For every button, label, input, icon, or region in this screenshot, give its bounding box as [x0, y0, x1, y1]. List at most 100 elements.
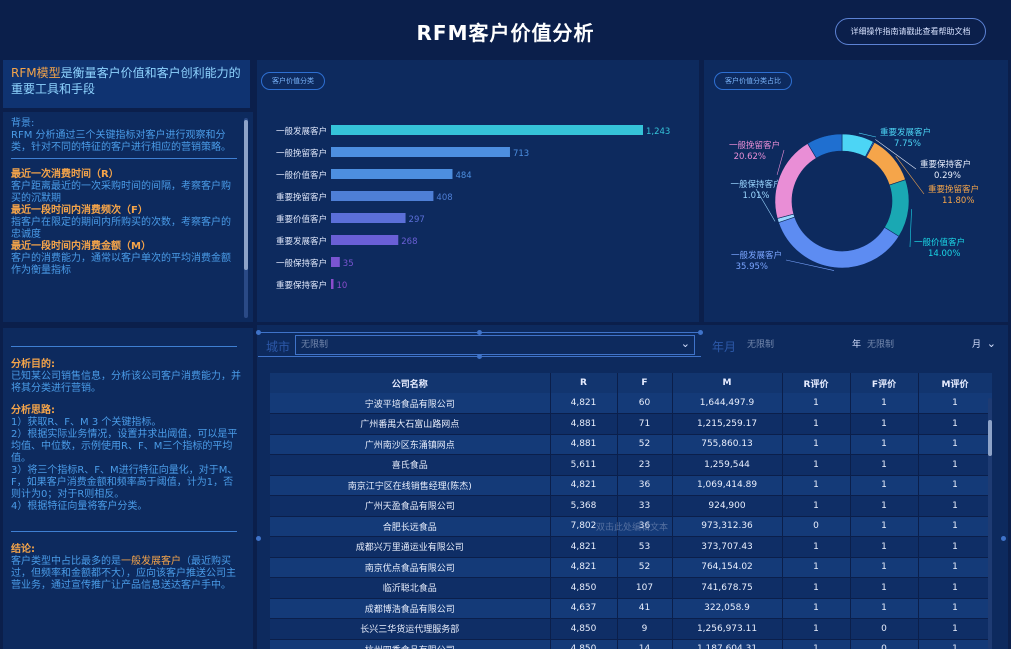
donut-chart-panel: 客户价值分类占比 重要发展客户 7.75% 重要保持客户 0.29% 重要挽留客户 11.…	[704, 60, 1008, 322]
table-cell: 1	[782, 454, 851, 476]
table-row[interactable]: 广州天盈食品有限公司 5,368 33 924,900 1 1 1	[270, 495, 992, 517]
table-cell: 1	[782, 557, 851, 578]
table-cell: 1	[850, 454, 919, 476]
chevron-down-icon: ⌄	[986, 337, 996, 350]
table-cell: 5,611	[550, 454, 618, 476]
bar[interactable]	[331, 257, 340, 267]
column-header[interactable]: F	[617, 373, 673, 393]
date-filter[interactable]: 无限制 年 无限制 月 ⌄	[741, 335, 1001, 355]
bar[interactable]	[331, 147, 510, 157]
table-cell: 1	[782, 639, 851, 649]
table-row[interactable]: 南京江宁区在线销售经理(陈杰) 4,821 36 1,069,414.89 1 1 1	[270, 475, 992, 496]
table-row[interactable]: 南京优点食品有限公司 4,821 52 764,154.02 1 1 1	[270, 557, 992, 578]
intro-panel: RFM模型是衡量客户价值和客户创利能力的重要工具和手段	[3, 60, 250, 108]
table-cell: 广州番禺大石富山路网点	[270, 413, 551, 435]
chevron-down-icon: ⌄	[680, 337, 690, 350]
table-cell: 1	[850, 598, 919, 619]
table-scrollbar[interactable]	[988, 398, 992, 649]
table-cell: 4,881	[550, 413, 618, 435]
table-cell: 1	[850, 393, 919, 414]
table-cell: 成都博浩食品有限公司	[270, 598, 551, 619]
table-row[interactable]: 喜氏食品 5,611 23 1,259,544 1 1 1	[270, 454, 992, 476]
bar[interactable]	[331, 191, 434, 201]
table-cell: 1,256,973.11	[672, 618, 783, 640]
donut-label: 一般挽留客户	[729, 140, 780, 151]
resize-handle[interactable]	[256, 536, 261, 541]
table-scroll-thumb[interactable]	[988, 420, 992, 456]
background-scrollbar[interactable]	[244, 118, 248, 318]
column-header[interactable]: R评价	[782, 373, 851, 393]
table-row[interactable]: 广州番禺大石富山路网点 4,881 71 1,215,259.17 1 1 1	[270, 413, 992, 435]
table-cell: 1	[782, 475, 851, 496]
resize-handle[interactable]	[256, 330, 261, 335]
table-cell: 1,644,497.9	[672, 393, 783, 414]
table-cell: 4,821	[550, 475, 618, 496]
column-header[interactable]: 公司名称	[270, 373, 551, 393]
analysis-panel: 分析目的: 已知某公司销售信息，分析该公司客户消费能力，并将其分类进行营销。 分…	[3, 328, 253, 649]
table-cell: 4,821	[550, 393, 618, 414]
background-panel: 背景: RFM 分析通过三个关键指标对客户进行观察和分类，针对不同的特征的客户进…	[3, 112, 253, 322]
year-filter-value[interactable]: 无限制	[747, 340, 774, 350]
resize-handle[interactable]	[1001, 536, 1006, 541]
column-header[interactable]: R	[550, 373, 618, 393]
table-cell: 52	[617, 557, 673, 578]
table-row[interactable]: 成都兴万里通运业有限公司 4,821 53 373,707.43 1 1 1	[270, 536, 992, 558]
resize-handle[interactable]	[698, 330, 703, 335]
customer-table: 公司名称 R F M R评价 F评价 M评价 宁波平培食品有限公司 4,821 60 1,644,…	[270, 373, 992, 649]
bar-category-label: 重要发展客户	[276, 236, 327, 247]
m-metric-desc: 客户的消费能力，通常以客户单次的平均消费金额作为衡量指标	[11, 253, 231, 276]
table-cell: 53	[617, 536, 673, 558]
bar-category-label: 一般发展客户	[276, 126, 327, 137]
table-row[interactable]: 长兴三华货运代理服务部 4,850 9 1,256,973.11 1 0 1	[270, 618, 992, 640]
donut-slice[interactable]	[778, 216, 900, 269]
table-row[interactable]: 广州南沙区东涌镇网点 4,881 52 755,860.13 1 1 1	[270, 434, 992, 455]
column-header[interactable]: M	[672, 373, 783, 393]
donut-value-label: 14.00%	[928, 249, 960, 259]
table-cell: 1	[918, 495, 992, 517]
table-cell: 1	[782, 618, 851, 640]
table-row[interactable]: 宁波平培食品有限公司 4,821 60 1,644,497.9 1 1 1	[270, 393, 992, 414]
table-cell: 1	[782, 495, 851, 517]
bar[interactable]	[331, 235, 399, 245]
table-cell: 1	[918, 434, 992, 455]
table-cell: 973,312.36	[672, 516, 783, 537]
column-header[interactable]: F评价	[850, 373, 919, 393]
bar-chart-panel: 客户价值分类 一般发展客户 1,243 一般挽留客户 713 一般价值客户 484 重要挽留…	[257, 60, 699, 322]
table-cell: 4,881	[550, 434, 618, 455]
background-scroll-thumb[interactable]	[244, 120, 248, 270]
bar[interactable]	[331, 279, 334, 289]
table-cell: 成都兴万里通运业有限公司	[270, 536, 551, 558]
table-cell: 755,860.13	[672, 434, 783, 455]
bar-value-label: 713	[513, 149, 529, 159]
table-cell: 0	[850, 618, 919, 640]
bar[interactable]	[331, 213, 406, 223]
column-header[interactable]: M评价	[918, 373, 992, 393]
table-row[interactable]: 临沂聪北食品 4,850 107 741,678.75 1 1 1	[270, 577, 992, 599]
table-cell: 4,850	[550, 639, 618, 649]
bar[interactable]	[331, 169, 453, 179]
table-cell: 1	[918, 639, 992, 649]
bar-category-label: 重要保持客户	[276, 280, 327, 291]
table-cell: 1	[850, 536, 919, 558]
donut-value-label: 1.01%	[742, 191, 769, 201]
donut-slice[interactable]	[774, 143, 817, 219]
table-cell: 1	[850, 413, 919, 435]
bar-value-label: 268	[401, 237, 417, 247]
table-cell: 1	[918, 475, 992, 496]
table-cell: 107	[617, 577, 673, 599]
table-cell: 杭州四季食品有限公司	[270, 639, 551, 649]
bar[interactable]	[331, 125, 643, 135]
table-cell: 14	[617, 639, 673, 649]
conclusion-text: 客户类型中占比最多的是一般发展客户（最近购买过，但频率和金额都不大），应向该客户…	[11, 556, 236, 591]
help-guide-button[interactable]: 详细操作指南请戳此查看帮助文档	[835, 18, 986, 45]
year-unit: 年	[852, 340, 862, 350]
city-filter-select[interactable]: 无限制 ⌄	[295, 335, 695, 355]
table-row[interactable]: 成都博浩食品有限公司 4,637 41 322,058.9 1 1 1	[270, 598, 992, 619]
donut-label: 一般价值客户	[914, 237, 965, 248]
month-unit: 月	[972, 340, 982, 350]
month-filter-value[interactable]: 无限制	[867, 336, 894, 354]
donut-slice[interactable]	[884, 179, 910, 237]
table-row[interactable]: 杭州四季食品有限公司4,850141,187,604.31101	[270, 639, 992, 649]
table-cell: 924,900	[672, 495, 783, 517]
city-filter-label: 城市	[266, 340, 291, 354]
